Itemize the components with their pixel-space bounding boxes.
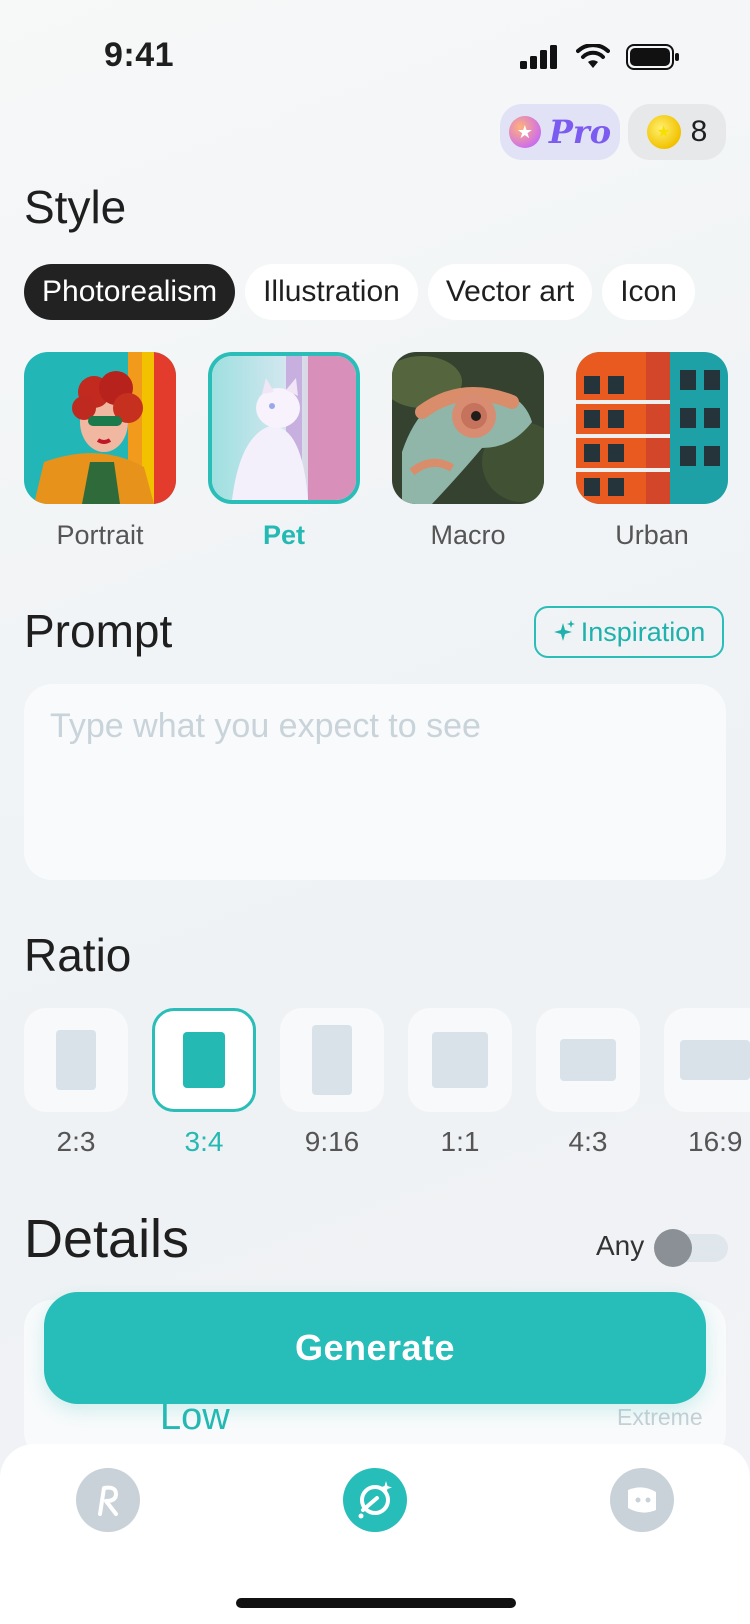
ratio-16-9-shape [680,1040,750,1080]
style-section-title: Style [24,181,127,233]
status-icons [520,44,680,70]
ratio-9-16-shape [312,1025,352,1095]
style-card-label-pet: Pet [262,520,306,550]
details-section-title: Details [24,1209,190,1269]
star-icon: ★ [508,116,541,148]
ratio-label-1-1: 1:1 [440,1126,480,1157]
sparkle-icon [553,620,575,641]
style-card-portrait[interactable] [24,352,176,504]
ratio-option-1-1[interactable] [408,1008,512,1112]
ratio-label-3-4: 3:4 [184,1126,224,1157]
any-toggle-label: Any [596,1230,645,1261]
coin-count: 8 [690,115,708,148]
tab-photorealism[interactable]: Photorealism [24,264,236,320]
ratio-label-16-9: 16:9 [688,1126,743,1157]
ratio-label-4-3: 4:3 [568,1126,608,1157]
home-indicator [236,1598,516,1608]
style-card-label-urban: Urban [615,520,689,550]
any-toggle-knob[interactable] [654,1229,692,1267]
profile-face-icon [628,1487,656,1513]
portrait-thumbnail [24,352,176,504]
inspiration-button[interactable]: Inspiration [534,606,724,658]
ratio-option-4-3[interactable] [536,1008,640,1112]
urban-thumbnail [576,352,728,504]
pro-badge[interactable]: ★ Pro [500,104,620,160]
nav-profile-button[interactable] [610,1468,674,1532]
pet-thumbnail [212,356,356,500]
ratio-1-1-shape [432,1032,488,1088]
style-card-urban[interactable] [576,352,728,504]
nav-home-button[interactable] [76,1468,140,1532]
coin-icon: ★ [646,115,681,149]
nav-create-button[interactable] [343,1468,407,1532]
prompt-input[interactable] [48,706,692,747]
ratio-3-4-shape [183,1032,225,1088]
ratio-label-9-16: 9:16 [304,1126,360,1157]
cellular-signal-icon [520,45,557,69]
ratio-label-2-3: 2:3 [56,1126,96,1157]
prompt-box [24,684,726,880]
prompt-section-title: Prompt [24,605,173,657]
style-card-pet[interactable] [208,352,360,504]
style-card-macro[interactable] [392,352,544,504]
wifi-icon [576,44,610,68]
detail-level-extreme[interactable]: Extreme [617,1404,703,1431]
tab-icon[interactable]: Icon [602,264,695,320]
status-time: 9:41 [104,36,175,74]
pro-label: Pro [548,113,612,151]
battery-icon [626,44,679,70]
style-tabs: Photorealism Illustration Vector art Ico… [24,264,695,320]
tab-illustration[interactable]: Illustration [245,264,418,320]
ratio-option-2-3[interactable] [24,1008,128,1112]
generate-button[interactable]: Generate [44,1292,706,1404]
coin-balance-badge[interactable]: ★ 8 [628,104,726,160]
tab-vector-art[interactable]: Vector art [427,264,593,320]
ratio-section-title: Ratio [24,929,132,981]
ratio-4-3-shape [560,1039,616,1081]
create-icon [358,1481,392,1519]
ratio-option-16-9[interactable] [664,1008,750,1112]
style-card-label-portrait: Portrait [56,520,144,550]
ratio-option-9-16[interactable] [280,1008,384,1112]
macro-thumbnail [392,352,544,504]
inspiration-label: Inspiration [580,616,706,647]
ratio-option-3-4[interactable] [152,1008,256,1112]
style-card-label-macro: Macro [430,520,506,550]
r-logo-icon [98,1485,118,1516]
ratio-2-3-shape [56,1030,96,1090]
